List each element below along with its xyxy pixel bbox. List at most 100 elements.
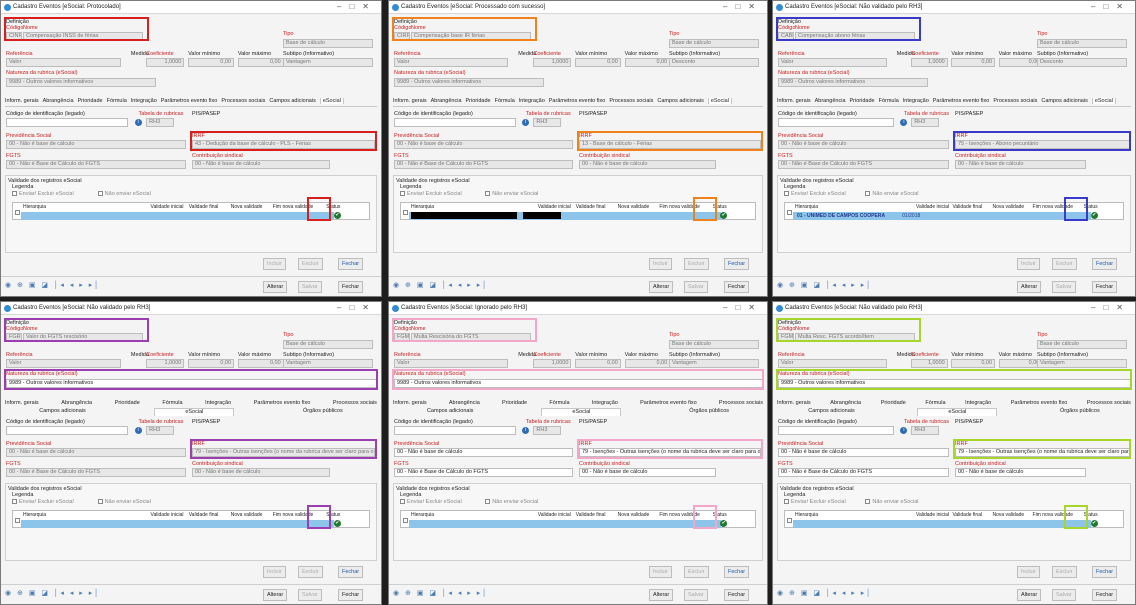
tab-3[interactable]: Fórmula	[879, 98, 899, 104]
edit-button[interactable]: Alterar	[649, 281, 674, 293]
social-security-select[interactable]: 00 - Não é base de cálculo	[778, 448, 950, 457]
close-button[interactable]: Fechar	[1092, 589, 1118, 601]
save-button[interactable]: Salvar	[298, 589, 322, 601]
tab[interactable]: Processos sociais	[1087, 400, 1131, 408]
tab[interactable]: Parâmetros evento fixo	[1011, 400, 1068, 408]
reference-select[interactable]: Valor	[394, 58, 508, 67]
tab[interactable]: Campos adicionais	[808, 408, 854, 416]
window-controls[interactable]: –□✕	[337, 2, 377, 11]
subtype-select[interactable]: Desconto	[669, 58, 759, 67]
tab[interactable]: Órgãos públicos	[689, 408, 729, 416]
tab-4[interactable]: Integração	[519, 98, 545, 104]
tab-3[interactable]: Fórmula	[107, 98, 127, 104]
tab-7[interactable]: Campos adicionais	[657, 98, 703, 104]
tab-1[interactable]: Abrangência	[815, 98, 846, 104]
tab[interactable]: Abrangência	[830, 400, 861, 408]
window-controls[interactable]: –□✕	[723, 2, 763, 11]
rubric-table-field[interactable]: RH3	[146, 426, 175, 435]
include-button[interactable]: Incluir	[1017, 566, 1040, 578]
subtype-select[interactable]: Vantagem	[1037, 359, 1127, 368]
social-security-select[interactable]: 00 - Não é base de cálculo	[6, 448, 186, 457]
delete-button[interactable]: Excluir	[298, 566, 323, 578]
include-button[interactable]: Incluir	[263, 258, 286, 270]
code-field[interactable]: FGMU	[394, 333, 410, 342]
edit-button[interactable]: Alterar	[263, 281, 288, 293]
validity-row[interactable]	[409, 520, 721, 528]
code-field[interactable]: CIRF	[394, 32, 410, 41]
rubric-table-field[interactable]: RH3	[146, 118, 175, 127]
select-all-checkbox[interactable]	[15, 210, 20, 215]
delete-button[interactable]: Excluir	[1052, 258, 1077, 270]
coefficient-field[interactable]: 1,0000	[146, 359, 185, 368]
tab[interactable]: Parâmetros evento fixo	[254, 400, 311, 408]
tab[interactable]: Prioridade	[502, 400, 527, 408]
close-panel-button[interactable]: Fechar	[724, 258, 750, 270]
irrf-select[interactable]: 79 - Isenções - Outras isenções (o nome …	[955, 448, 1130, 457]
tab[interactable]: Integração	[965, 400, 991, 408]
nature-select[interactable]: 9989 - Outros valores informativos	[778, 78, 928, 87]
window-controls[interactable]: –□✕	[1091, 2, 1131, 11]
tab[interactable]: Inform. gerais	[393, 400, 427, 408]
tab[interactable]: Fórmula	[925, 400, 945, 408]
delete-button[interactable]: Excluir	[1052, 566, 1077, 578]
coefficient-field[interactable]: 1,0000	[911, 58, 948, 67]
record-navigator[interactable]: ◉ ⊕ ▣ ◪ │◂ ◂ ▸ ▸│	[777, 281, 873, 289]
tab-2[interactable]: Prioridade	[850, 98, 875, 104]
close-panel-button[interactable]: Fechar	[1092, 566, 1118, 578]
rubric-table-field[interactable]: RH3	[533, 426, 562, 435]
tab-7[interactable]: Campos adicionais	[269, 98, 315, 104]
record-navigator[interactable]: ◉ ⊕ ▣ ◪ │◂ ◂ ▸ ▸│	[777, 589, 873, 597]
id-code-field[interactable]	[778, 426, 895, 435]
max-value-field[interactable]: 0,00	[998, 359, 1043, 368]
info-icon[interactable]: i	[134, 427, 142, 434]
tab[interactable]: Fórmula	[549, 400, 569, 408]
tab-8[interactable]: eSocial	[319, 98, 344, 104]
social-security-select[interactable]: 00 - Não é base de cálculo	[394, 140, 573, 149]
validity-row[interactable]	[793, 520, 1092, 528]
max-value-field[interactable]: 0,00	[237, 58, 284, 67]
nature-select[interactable]: 9989 - Outros valores informativos	[394, 379, 764, 388]
union-contribution-select[interactable]: 00 - Não é base de cálculo	[579, 468, 716, 477]
select-all-checkbox[interactable]	[15, 518, 20, 523]
tab-5[interactable]: Parâmetros evento fixo	[161, 98, 218, 104]
delete-button[interactable]: Excluir	[684, 258, 709, 270]
tab-2[interactable]: Prioridade	[78, 98, 103, 104]
id-code-field[interactable]	[6, 118, 129, 127]
union-contribution-select[interactable]: 00 - Não é base de cálculo	[192, 468, 330, 477]
tab[interactable]: eSocial	[917, 408, 998, 416]
tab[interactable]: Integração	[205, 400, 231, 408]
name-field[interactable]: Valor do FGTS rescisório	[23, 333, 143, 342]
close-panel-button[interactable]: Fechar	[338, 566, 364, 578]
validity-row[interactable]: 01 - UNIMED DE CAMPOS COOPERA 01/2018	[793, 212, 1092, 220]
tab-6[interactable]: Processos sociais	[609, 98, 653, 104]
name-field[interactable]: Multa Resc. FGTS acordo/Item	[795, 333, 915, 342]
union-contribution-select[interactable]: 00 - Não é base de cálculo	[955, 160, 1087, 169]
code-field[interactable]: CABF	[778, 32, 794, 41]
type-select[interactable]: Base de cálculo	[1037, 340, 1127, 349]
type-select[interactable]: Base de cálculo	[283, 340, 373, 349]
select-all-checkbox[interactable]	[403, 210, 408, 215]
name-field[interactable]: Compensação INSS de férias	[23, 32, 143, 41]
tab-6[interactable]: Processos sociais	[993, 98, 1037, 104]
tab-8[interactable]: eSocial	[707, 98, 732, 104]
social-security-select[interactable]: 00 - Não é base de cálculo	[394, 448, 573, 457]
union-contribution-select[interactable]: 00 - Não é base de cálculo	[955, 468, 1087, 477]
reference-select[interactable]: Valor	[6, 359, 121, 368]
coefficient-field[interactable]: 1,0000	[911, 359, 948, 368]
tab-7[interactable]: Campos adicionais	[1041, 98, 1087, 104]
include-button[interactable]: Incluir	[1017, 258, 1040, 270]
tab-5[interactable]: Parâmetros evento fixo	[549, 98, 606, 104]
reference-select[interactable]: Valor	[778, 58, 888, 67]
tab[interactable]: Processos sociais	[719, 400, 763, 408]
save-button[interactable]: Salvar	[298, 281, 322, 293]
select-all-checkbox[interactable]	[787, 518, 792, 523]
tab-3[interactable]: Fórmula	[495, 98, 515, 104]
tab-5[interactable]: Parâmetros evento fixo	[933, 98, 990, 104]
rubric-table-field[interactable]: RH3	[911, 426, 940, 435]
tab[interactable]: Abrangência	[61, 400, 92, 408]
coefficient-field[interactable]: 1,0000	[533, 359, 572, 368]
coefficient-field[interactable]: 1,0000	[533, 58, 572, 67]
fgts-select[interactable]: 00 - Não é Base de Cálculo do FGTS	[778, 468, 950, 477]
info-icon[interactable]: i	[900, 427, 908, 434]
type-select[interactable]: Base de cálculo	[1037, 39, 1127, 48]
